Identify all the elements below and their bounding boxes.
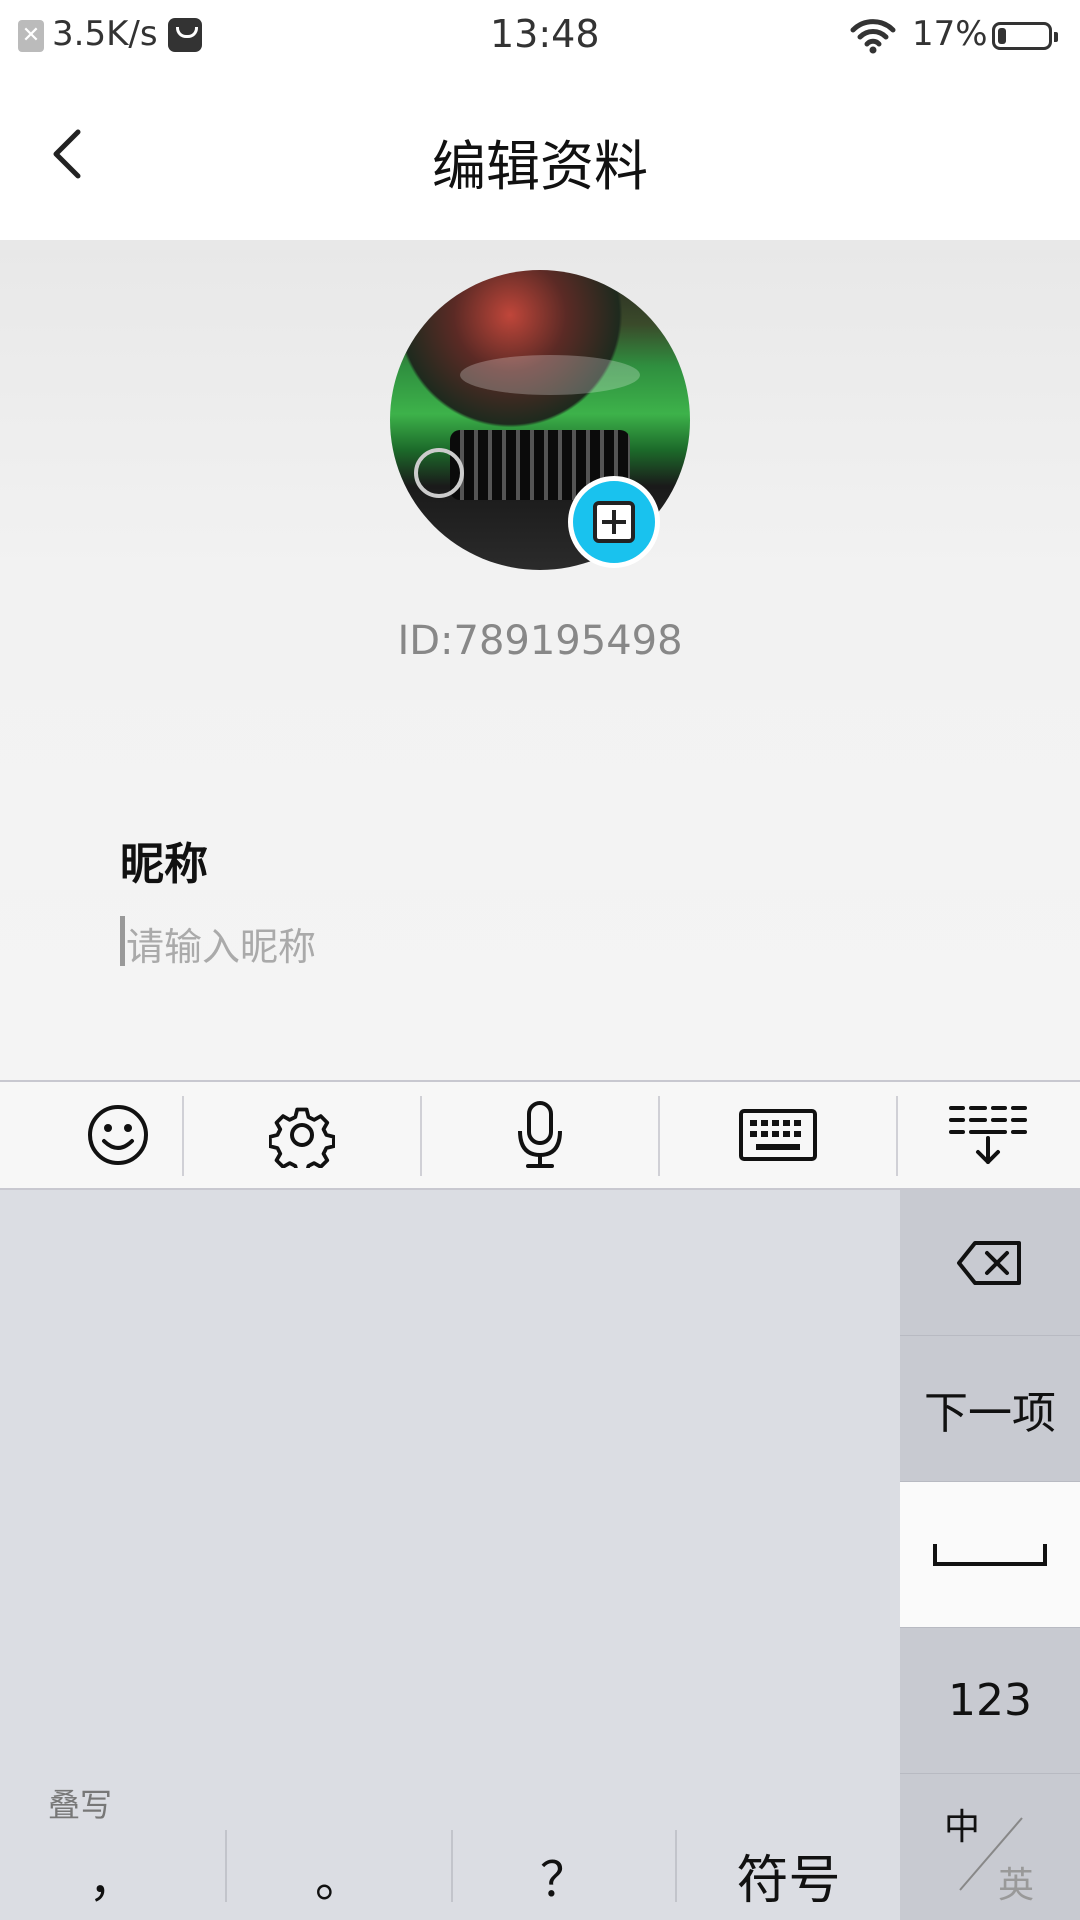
- settings-icon: [269, 1107, 335, 1168]
- numbers-key[interactable]: 123: [900, 1628, 1080, 1774]
- change-avatar-button[interactable]: [568, 476, 660, 568]
- user-id: ID:789195498: [397, 618, 683, 664]
- notification-icon: [168, 18, 202, 52]
- page-title: 编辑资料: [432, 135, 648, 198]
- profile-section: ID:789195498 昵称: [0, 240, 1080, 1266]
- space-key[interactable]: [900, 1482, 1080, 1628]
- keyboard-toolbar: [0, 1080, 1080, 1190]
- avatar-photo-emblem: [414, 448, 464, 498]
- keyboard-icon: [739, 1109, 817, 1161]
- backspace-key[interactable]: [900, 1190, 1080, 1336]
- nickname-label: 昵称: [120, 839, 208, 890]
- avatar-photo-highlight: [460, 355, 640, 395]
- symbols-key[interactable]: 符号: [677, 1830, 900, 1920]
- settings-button[interactable]: [184, 1082, 420, 1188]
- network-speed: 3.5K/s: [52, 14, 158, 54]
- nickname-input[interactable]: [120, 912, 966, 982]
- backspace-icon: [957, 1240, 1021, 1285]
- space-icon: [933, 1543, 1047, 1566]
- stack-writing-label: 叠写: [48, 1786, 113, 1824]
- hide-keyboard-button[interactable]: [870, 1082, 1080, 1188]
- add-photo-icon: [593, 501, 635, 543]
- period-key[interactable]: 。: [227, 1830, 451, 1920]
- next-field-key[interactable]: 下一项: [900, 1336, 1080, 1482]
- emoji-icon: [88, 1105, 148, 1165]
- battery-percent: 17%: [912, 14, 988, 54]
- battery-icon: [992, 22, 1058, 50]
- language-en-label: 英: [998, 1865, 1035, 1906]
- language-switch-key[interactable]: 中 英: [900, 1774, 1080, 1920]
- question-key[interactable]: ？: [453, 1830, 675, 1920]
- voice-input-button[interactable]: [422, 1082, 658, 1188]
- status-bar: ✕ 3.5K/s 13:48 17%: [0, 0, 1080, 74]
- collapse-keyboard-icon: [949, 1106, 1027, 1164]
- microphone-icon: [518, 1101, 562, 1168]
- wifi-icon: [850, 19, 896, 54]
- keyboard-switch-button[interactable]: [660, 1082, 896, 1188]
- status-time: 13:48: [490, 12, 600, 56]
- network-error-icon: ✕: [18, 20, 44, 52]
- comma-key[interactable]: ，: [0, 1830, 225, 1920]
- top-app-bar: 编辑资料: [0, 74, 1080, 240]
